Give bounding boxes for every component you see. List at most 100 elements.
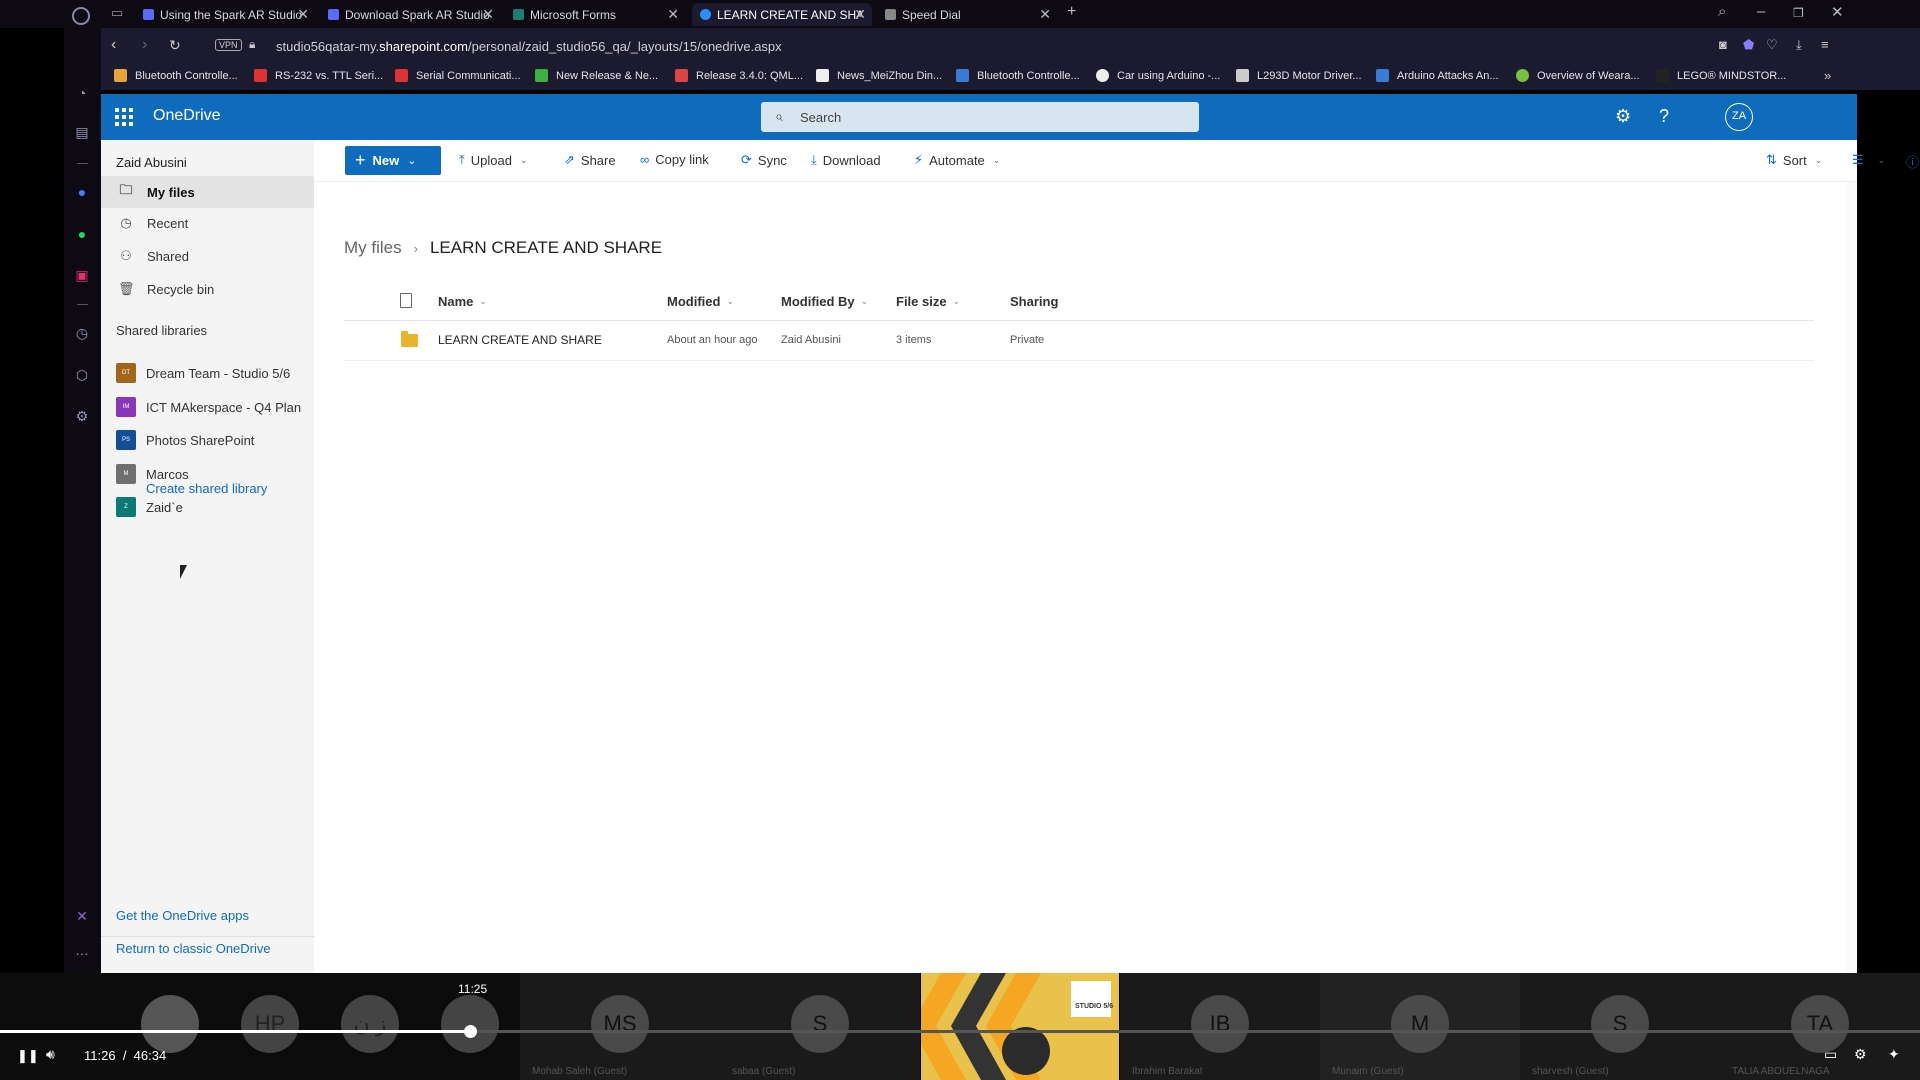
opera-logo-icon[interactable] (72, 7, 90, 25)
column-file-size[interactable]: File size ⌄ (896, 294, 960, 309)
volume-icon[interactable]: 🔊︎ (46, 1046, 55, 1063)
breadcrumb-root[interactable]: My files (344, 238, 402, 258)
history-icon[interactable]: ◷ (73, 324, 91, 342)
forward-icon[interactable]: › (142, 36, 147, 54)
bookmark-item[interactable]: Car using Arduino -... (1096, 69, 1220, 82)
heart-icon[interactable]: ♡ (1766, 37, 1778, 53)
new-button[interactable]: + New ⌄ (345, 146, 441, 175)
bookmark-item[interactable]: News_MeiZhou Din... (816, 69, 942, 82)
nav-recycle-bin[interactable]: 🗑︎ Recycle bin (101, 273, 314, 305)
bookmark-item[interactable]: RS-232 vs. TTL Seri... (254, 69, 383, 82)
library-dream-team[interactable]: DT Dream Team - Studio 5/6 (101, 360, 314, 386)
column-sharing[interactable]: Sharing (1010, 294, 1058, 309)
tab-spark-ar-using[interactable]: Using the Spark AR Studio ✕ (135, 3, 315, 26)
upload-button[interactable]: ⤒ Upload ⌄ (459, 152, 528, 168)
settings-icon[interactable]: ⚙ (73, 407, 91, 425)
sync-button[interactable]: ⟳ Sync (741, 152, 787, 168)
participant-tile[interactable]: TA TALIA ABOUELNAGA (1720, 973, 1920, 1080)
participant-tile[interactable]: S sabaa (Guest) (720, 973, 920, 1080)
file-type-icon[interactable] (400, 293, 412, 308)
avatar[interactable]: ZA (1725, 103, 1753, 131)
app-launcher-icon[interactable] (115, 108, 133, 126)
participant-avatar[interactable]: HP (241, 995, 299, 1053)
download-button[interactable]: ⤓ Download (811, 152, 881, 168)
copy-link-button[interactable]: ∞ Copy link (640, 152, 709, 167)
automate-button[interactable]: ⚡︎ Automate ⌄ (914, 152, 1000, 168)
library-ict-makerspace[interactable]: IM ICT MAkerspace - Q4 Plan (101, 394, 314, 420)
more-icon[interactable]: … (73, 941, 91, 959)
nav-shared[interactable]: ⚇ Shared (101, 240, 314, 272)
column-name[interactable]: Name ⌄ (438, 294, 487, 309)
help-icon[interactable]: ? (1659, 106, 1669, 127)
participant-tile[interactable]: M Munaim (Guest) (1320, 973, 1520, 1080)
seek-bar[interactable] (0, 1030, 1920, 1033)
close-tab-icon[interactable]: ✕ (854, 6, 866, 23)
tab-search-icon[interactable]: ⌕ (1718, 3, 1726, 20)
library-photos-sharepoint[interactable]: PS Photos SharePoint (101, 427, 314, 453)
bookmark-item[interactable]: Arduino Attacks An... (1376, 69, 1499, 82)
onedrive-brand[interactable]: OneDrive (153, 107, 221, 125)
messenger-icon[interactable]: ● (73, 183, 91, 201)
details-pane-button[interactable]: ⓘ (1906, 152, 1920, 171)
close-tab-icon[interactable]: ✕ (297, 6, 309, 23)
bookmark-item[interactable]: L293D Motor Driver... (1236, 69, 1362, 82)
close-tab-icon[interactable]: ✕ (667, 6, 679, 23)
bookmark-item[interactable]: Release 3.4.0: QML... (675, 69, 803, 82)
create-shared-library-link[interactable]: Create shared library (146, 481, 267, 496)
close-tab-icon[interactable]: ✕ (482, 6, 494, 23)
close-tab-icon[interactable]: ✕ (1039, 6, 1051, 23)
share-button[interactable]: ⇗ Share (564, 152, 616, 168)
column-modified[interactable]: Modified ⌄ (667, 294, 734, 309)
bookmark-item[interactable]: Bluetooth Controlle... (114, 69, 238, 82)
nav-my-files[interactable]: 🗀︎ My files (101, 176, 314, 208)
cube-icon[interactable]: ⬡ (73, 366, 91, 384)
vpn-badge[interactable]: VPN (215, 39, 242, 51)
speaker-video[interactable]: STUDIO 5/6 (921, 973, 1119, 1080)
whatsapp-icon[interactable]: ● (73, 225, 91, 243)
settings-gear-icon[interactable]: ⚙ (1615, 106, 1631, 127)
lock-icon[interactable]: 🔒︎ (249, 37, 255, 52)
participant-photo[interactable] (141, 995, 199, 1053)
row-name[interactable]: LEARN CREATE AND SHARE (438, 333, 602, 347)
nav-recent[interactable]: ◷ Recent (101, 207, 314, 239)
restore-icon[interactable]: ❐ (1793, 6, 1804, 20)
pause-icon[interactable]: ❚❚ (17, 1048, 39, 1064)
extension-icon[interactable]: ✕ (73, 907, 91, 925)
reload-icon[interactable]: ↻ (169, 37, 181, 54)
close-window-icon[interactable]: ✕ (1831, 3, 1844, 21)
new-tab-icon[interactable]: + (1067, 3, 1076, 21)
participant-tile[interactable]: MS Mohab Saleh (Guest) (520, 973, 720, 1080)
view-options-button[interactable]: ☰ ⌄ (1852, 152, 1885, 168)
sort-button[interactable]: ⇅ Sort ⌄ (1766, 152, 1822, 168)
scrollbar[interactable] (1846, 182, 1857, 973)
get-apps-link[interactable]: Get the OneDrive apps (116, 908, 249, 923)
shield-icon[interactable]: ⬟ (1743, 37, 1754, 53)
instagram-icon[interactable]: ▣ (73, 266, 91, 284)
table-row[interactable]: LEARN CREATE AND SHARE About an hour ago… (344, 321, 1814, 361)
bag-icon[interactable]: ▤ (73, 123, 91, 141)
participant-avatar[interactable]: ز ن (341, 995, 399, 1053)
speed-dial-icon[interactable]: ◔ (73, 84, 91, 102)
participant-tile[interactable]: S sharvesh (Guest) (1520, 973, 1720, 1080)
column-modified-by[interactable]: Modified By ⌄ (781, 294, 868, 309)
participant-avatar[interactable] (441, 995, 499, 1053)
bookmark-item[interactable]: LEGO® MINDSTOR... (1656, 69, 1786, 82)
download-icon[interactable]: ⤓ (1796, 37, 1802, 53)
more-bookmarks-icon[interactable]: » (1824, 68, 1831, 83)
url-field[interactable]: studio56qatar-my.sharepoint.com/personal… (276, 39, 782, 54)
tab-spark-ar-download[interactable]: Download Spark AR Studio ✕ (320, 3, 500, 26)
participant-tile[interactable]: IB Ibrahim Barakat (1120, 973, 1320, 1080)
bookmark-item[interactable]: Serial Communicati... (395, 69, 521, 82)
player-settings-icon[interactable]: ⚙ (1854, 1046, 1867, 1063)
tab-speed-dial[interactable]: Speed Dial ✕ (877, 3, 1057, 26)
tab-microsoft-forms[interactable]: Microsoft Forms ✕ (505, 3, 685, 26)
bookmark-item[interactable]: New Release & Ne... (535, 69, 658, 82)
captions-icon[interactable]: ▭ (1824, 1046, 1837, 1063)
bookmark-item[interactable]: Bluetooth Controlle... (956, 69, 1080, 82)
back-icon[interactable]: ‹ (111, 36, 116, 54)
search-box[interactable]: ⌕ Search (761, 102, 1199, 132)
return-classic-link[interactable]: Return to classic OneDrive (116, 941, 271, 956)
menu-icon[interactable]: ≡ (1821, 37, 1829, 52)
tab-learn-create-share[interactable]: LEARN CREATE AND SHARE ✕ (692, 3, 872, 26)
tab-menu-icon[interactable]: ▭ (111, 5, 123, 21)
